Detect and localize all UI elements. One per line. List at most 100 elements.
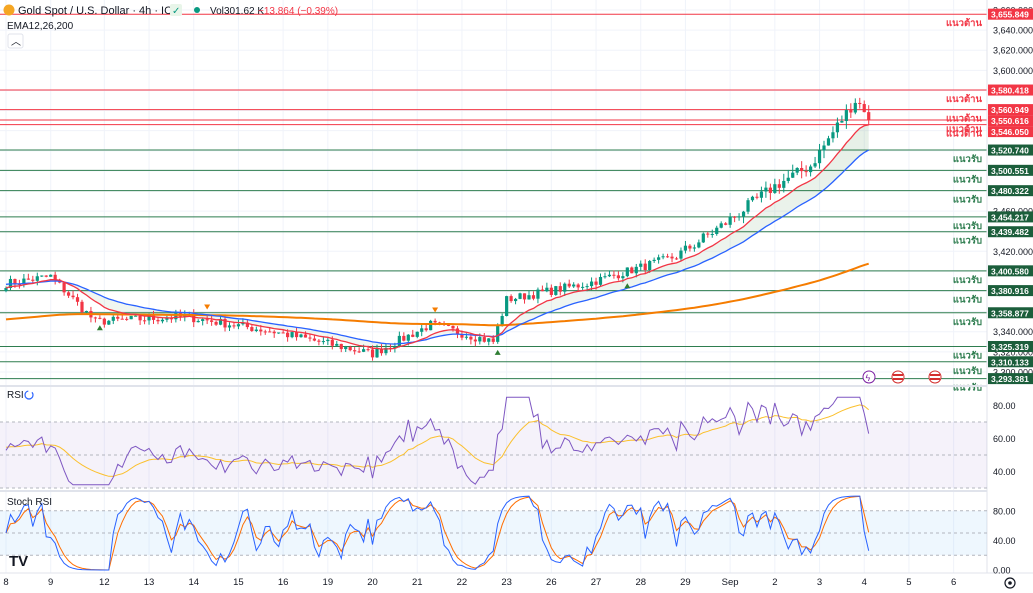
us-flag-event-icon[interactable] xyxy=(928,370,942,384)
candle-body xyxy=(286,332,290,338)
flag-stripe xyxy=(930,374,940,376)
level-price-label: 3,454.217 xyxy=(991,212,1029,222)
candle-body xyxy=(724,223,728,225)
level-price-label: 3,480.322 xyxy=(991,186,1029,196)
candle-body xyxy=(49,274,53,277)
candle-body xyxy=(791,172,795,178)
candle-body xyxy=(420,328,424,332)
candle-body xyxy=(589,281,594,287)
level-annotation: แนวรับ xyxy=(953,154,982,165)
level-annotation: แนวรับ xyxy=(953,275,982,286)
candle-body xyxy=(625,267,629,277)
time-tick-label: 6 xyxy=(951,577,956,588)
candle-body xyxy=(290,332,294,338)
level-price-label: 3,580.418 xyxy=(991,86,1029,96)
lightning-glyph: ϟ xyxy=(866,373,871,383)
candle-body xyxy=(598,276,603,285)
candle-body xyxy=(487,338,491,342)
price-pane[interactable] xyxy=(0,0,987,385)
candle-body xyxy=(674,258,679,260)
level-annotation: แนวต้าน xyxy=(946,17,982,29)
candle-body xyxy=(411,334,415,337)
ema-indicator-label[interactable]: EMA12,26,200 xyxy=(7,21,74,32)
candle-body xyxy=(505,296,509,317)
candle-body xyxy=(750,196,755,201)
candle-body xyxy=(160,319,165,322)
candle-body xyxy=(299,334,303,338)
candle-body xyxy=(800,168,804,172)
candle-body xyxy=(630,267,634,274)
flag-stripe xyxy=(893,378,903,380)
candle-body xyxy=(272,331,276,334)
candle-body xyxy=(134,315,138,317)
candle-body xyxy=(773,184,777,193)
time-tick-label: 19 xyxy=(323,577,334,588)
time-tick-label: 8 xyxy=(3,577,8,588)
price-tick-label: 3,620.000 xyxy=(993,46,1033,56)
candle-body xyxy=(227,325,232,328)
candle-body xyxy=(817,150,822,164)
candle-body xyxy=(53,274,57,280)
time-tick-label: 20 xyxy=(367,577,378,588)
candle-body xyxy=(424,328,428,331)
candle-body xyxy=(826,138,831,146)
candle-body xyxy=(433,320,437,323)
symbol-title[interactable]: Gold Spot / U.S. Dollar · 4h · ICE xyxy=(18,5,179,17)
time-axis[interactable]: 8 9 12 13 14 15 16 19 20 21 22 23 26 27 28 29 Sep 2 3 4 5 6 xyxy=(3,577,956,588)
level-annotation: แนวรับ xyxy=(953,195,982,206)
candle-body xyxy=(634,266,638,274)
level-annotation: แนวรับ xyxy=(953,221,982,232)
settings-gear-icon[interactable] xyxy=(1004,577,1016,589)
check-icon: ✓ xyxy=(172,6,180,17)
candle-body xyxy=(312,338,317,341)
level-annotation: แนวรับ xyxy=(953,295,982,306)
candle-body xyxy=(527,295,531,300)
tradingview-logo-icon[interactable]: TV xyxy=(9,553,28,570)
level-annotation: แนวรับ xyxy=(953,317,982,328)
time-tick-label: 28 xyxy=(635,577,646,588)
time-tick-label: 26 xyxy=(546,577,557,588)
level-price-label: 3,380.916 xyxy=(991,286,1029,296)
candle-body xyxy=(643,263,647,271)
candle-body xyxy=(719,223,723,228)
candle-body xyxy=(733,216,737,218)
candle-body xyxy=(469,336,473,340)
time-tick-label: 16 xyxy=(278,577,289,588)
time-tick-label: 3 xyxy=(817,577,822,588)
us-flag-event-icon[interactable] xyxy=(891,370,905,384)
level-annotation: แนวต้าน xyxy=(946,93,982,105)
stoch-rsi-label[interactable]: Stoch RSI xyxy=(7,497,52,508)
chart-root[interactable]: แนวต้านแนวต้านแนวต้านแนวต้านแนวต้านแนวรั… xyxy=(0,0,1033,593)
candle-body xyxy=(196,320,200,323)
time-tick-label: 12 xyxy=(99,577,110,588)
stoch-tick-label: 80.00 xyxy=(993,506,1016,516)
level-annotation: แนวรับ xyxy=(953,366,982,377)
candle-body xyxy=(795,168,799,173)
level-price-label: 3,550.616 xyxy=(991,116,1029,126)
candle-body xyxy=(697,242,701,248)
candle-body xyxy=(138,315,142,321)
candle-body xyxy=(214,321,218,325)
candle-body xyxy=(402,335,406,341)
candle-body xyxy=(321,341,325,343)
time-tick-label: 14 xyxy=(188,577,199,588)
candle-body xyxy=(688,245,692,249)
candle-body xyxy=(125,318,129,320)
candle-body xyxy=(482,337,486,342)
candle-body xyxy=(867,112,871,120)
candle-body xyxy=(567,283,571,287)
time-tick-label: 22 xyxy=(457,577,468,588)
level-annotation: แนวต้าน xyxy=(946,113,982,125)
candle-body xyxy=(294,332,299,338)
candle-body xyxy=(786,177,790,181)
candle-body xyxy=(165,318,169,320)
candle-body xyxy=(809,166,813,173)
candle-body xyxy=(326,339,330,342)
candle-body xyxy=(764,187,768,192)
candle-body xyxy=(822,145,826,151)
candle-body xyxy=(621,276,625,279)
candle-body xyxy=(741,211,746,217)
flag-stripe xyxy=(893,374,903,376)
rsi-label[interactable]: RSI xyxy=(7,390,24,401)
candle-body xyxy=(679,250,683,259)
